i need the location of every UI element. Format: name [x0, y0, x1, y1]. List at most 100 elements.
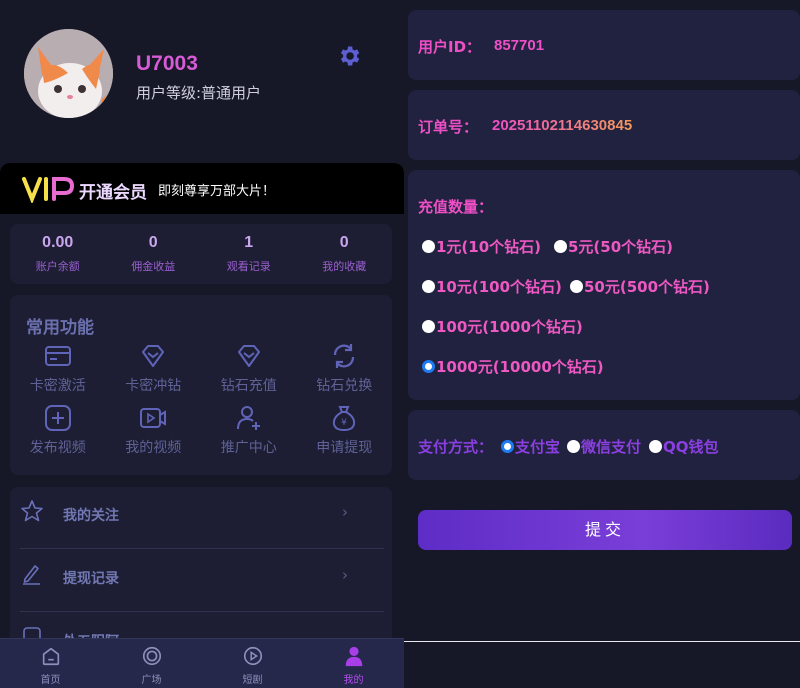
- circle-icon: [142, 646, 161, 666]
- menu-label: 提现记录: [63, 571, 119, 587]
- amount-option-50[interactable]: 50元(500个钻石): [570, 276, 710, 297]
- video-icon: [140, 408, 167, 428]
- diamond-icon: [237, 345, 260, 367]
- func-label: 卡密激活: [29, 378, 86, 394]
- stat-value: 0: [339, 234, 349, 251]
- amount-option-1000[interactable]: 1000元(10000个钻石): [422, 356, 604, 377]
- vip-subtitle: 即刻尊享万部大片！: [158, 184, 276, 199]
- radio-button[interactable]: [422, 280, 435, 293]
- func-label: 发布视频: [29, 440, 86, 456]
- vip-title: 开通会员: [79, 183, 147, 203]
- section-title: 常用功能: [26, 318, 94, 338]
- tab-mine[interactable]: 我的: [303, 639, 404, 688]
- user-id-value: 857701: [494, 37, 545, 54]
- menu-item-withdraw-records[interactable]: 提现记录 ›: [20, 550, 384, 612]
- submit-button[interactable]: 提交: [418, 510, 792, 550]
- amount-option-100[interactable]: 100元(1000个钻石): [422, 316, 583, 337]
- radio-button-selected[interactable]: [422, 360, 435, 373]
- amount-option-1[interactable]: 1元(10个钻石): [422, 236, 541, 257]
- radio-button[interactable]: [554, 240, 567, 253]
- payment-label: 支付方式：: [418, 438, 494, 456]
- func-my-videos[interactable]: 我的视频: [106, 403, 202, 456]
- exchange-icon: [334, 344, 355, 368]
- radio-button[interactable]: [570, 280, 583, 293]
- user-level: 用户等级:普通用户: [136, 84, 262, 102]
- star-icon: [21, 500, 43, 522]
- func-diamond-recharge[interactable]: 钻石充值: [201, 341, 297, 394]
- stat-value: 0.00: [42, 234, 74, 251]
- func-card-activate[interactable]: 卡密激活: [10, 341, 106, 394]
- order-number-card: 订单号： 20251102114630845: [408, 90, 800, 160]
- profile-header: U7003 用户等级:普通用户: [0, 0, 404, 162]
- user-id-label: 用户ID：: [418, 38, 482, 56]
- tab-label: 我的: [343, 675, 364, 686]
- play-icon: [243, 646, 262, 666]
- order-number-value: 20251102114630845: [492, 117, 633, 134]
- function-grid: 卡密激活 卡密冲钻 钻石充值 钻石兑换 发布视频 我的视频 推广中心 ¥ 申请提…: [10, 341, 393, 456]
- avatar[interactable]: [24, 29, 113, 118]
- chevron-right-icon: ›: [342, 503, 348, 521]
- stat-favorites[interactable]: 0 我的收藏: [297, 224, 393, 284]
- payment-card: 支付方式： 支付宝 微信支付 QQ钱包: [408, 410, 800, 480]
- money-bag-icon: ¥: [333, 406, 356, 432]
- add-user-icon: [236, 406, 260, 430]
- radio-button[interactable]: [649, 440, 662, 453]
- radio-button[interactable]: [422, 320, 435, 333]
- menu-item-following[interactable]: 我的关注 ›: [20, 487, 384, 549]
- func-card-diamond[interactable]: 卡密冲钻: [106, 341, 202, 394]
- func-withdraw[interactable]: ¥ 申请提现: [297, 403, 393, 456]
- func-publish-video[interactable]: 发布视频: [10, 403, 106, 456]
- recharge-panel: 用户ID： 857701 订单号： 20251102114630845 充值数量…: [404, 0, 800, 688]
- vip-logo-icon: [22, 177, 74, 203]
- user-center-panel: U7003 用户等级:普通用户 开通会员 即刻尊享万部大片！ 0.00 账户余额: [0, 0, 404, 688]
- option-label: 1元(10个钻石): [436, 238, 542, 256]
- home-icon: [42, 647, 59, 666]
- stat-label: 佣金收益: [131, 260, 176, 273]
- pay-wechat[interactable]: 微信支付: [567, 436, 641, 457]
- menu-label: 我的关注: [63, 508, 119, 524]
- func-label: 推广中心: [220, 440, 277, 456]
- func-promotion-center[interactable]: 推广中心: [201, 403, 297, 456]
- stat-balance[interactable]: 0.00 账户余额: [10, 224, 106, 284]
- cat-avatar-icon: [24, 29, 113, 118]
- stat-value: 1: [244, 234, 254, 251]
- stat-label: 我的收藏: [322, 260, 367, 273]
- stat-value: 0: [148, 234, 158, 251]
- user-id-card: 用户ID： 857701: [408, 10, 800, 80]
- option-label: 5元(50个钻石): [568, 238, 674, 256]
- amount-option-10[interactable]: 10元(100个钻石): [422, 276, 562, 297]
- option-label: 50元(500个钻石): [584, 278, 710, 296]
- order-label: 订单号：: [418, 118, 479, 136]
- svg-text:¥: ¥: [341, 418, 347, 428]
- radio-button-selected[interactable]: [501, 440, 514, 453]
- pay-method-label: 微信支付: [581, 438, 642, 456]
- stat-history[interactable]: 1 观看记录: [201, 224, 297, 284]
- pen-icon: [23, 565, 40, 585]
- pay-alipay[interactable]: 支付宝: [501, 436, 560, 457]
- menu-list: 我的关注 › 提现记录 › 处五阳阿: [10, 487, 392, 650]
- username: U7003: [136, 52, 198, 75]
- tab-square[interactable]: 广场: [101, 639, 202, 688]
- gear-icon[interactable]: [336, 43, 362, 69]
- func-label: 我的视频: [125, 440, 182, 456]
- amount-card: 充值数量： 1元(10个钻石) 5元(50个钻石) 10元(100个钻石) 50…: [408, 170, 800, 400]
- stat-label: 观看记录: [226, 260, 271, 273]
- stat-commission[interactable]: 0 佣金收益: [106, 224, 202, 284]
- tab-label: 广场: [141, 675, 162, 686]
- vip-banner[interactable]: 开通会员 即刻尊享万部大片！: [0, 163, 404, 214]
- pay-method-label: QQ钱包: [663, 438, 719, 456]
- tab-label: 短剧: [242, 675, 263, 686]
- func-label: 钻石充值: [220, 378, 277, 394]
- pay-method-label: 支付宝: [515, 438, 561, 456]
- common-functions: 常用功能 卡密激活 卡密冲钻 钻石充值 钻石兑换 发布视频 我的视频 推广中心 …: [10, 295, 392, 475]
- app-root: U7003 用户等级:普通用户 开通会员 即刻尊享万部大片！ 0.00 账户余额: [0, 0, 800, 688]
- func-diamond-exchange[interactable]: 钻石兑换: [297, 341, 393, 394]
- pay-qq-wallet[interactable]: QQ钱包: [649, 436, 719, 457]
- tab-short-drama[interactable]: 短剧: [202, 639, 303, 688]
- stats-bar: 0.00 账户余额 0 佣金收益 1 观看记录 0 我的收藏: [10, 224, 392, 284]
- radio-button[interactable]: [422, 240, 435, 253]
- option-label: 10元(100个钻石): [436, 278, 562, 296]
- tab-home[interactable]: 首页: [0, 639, 101, 688]
- amount-option-5[interactable]: 5元(50个钻石): [554, 236, 673, 257]
- radio-button[interactable]: [567, 440, 580, 453]
